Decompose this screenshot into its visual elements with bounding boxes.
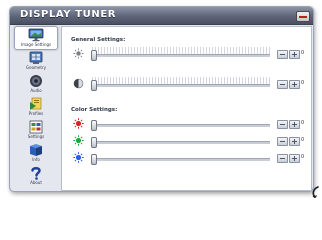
brightness-icon — [73, 48, 84, 59]
contrast-slider-ticks — [92, 77, 270, 84]
sidebar-item-label: Settings — [27, 134, 45, 139]
green-color-icon — [73, 135, 84, 146]
red-color-icon — [73, 118, 84, 129]
contrast-row: 0 — [62, 77, 311, 91]
sidebar-item-label: Profiles — [28, 111, 44, 116]
sidebar-item-label: Info — [32, 157, 40, 162]
brightness-increase-button[interactable] — [289, 50, 300, 59]
resize-cursor-icon — [312, 186, 319, 198]
title-bar[interactable]: DISPLAY TUNER — [10, 7, 313, 25]
color-settings-heading: Color Settings: — [71, 107, 118, 113]
green-increase-button[interactable] — [289, 137, 300, 146]
brightness-slider[interactable] — [92, 54, 270, 57]
sidebar-item-label: Image Settings — [20, 42, 52, 47]
red-row: 0 — [62, 117, 311, 131]
question-icon — [31, 167, 41, 180]
brightness-row: 0 — [62, 47, 311, 61]
red-slider-thumb[interactable] — [91, 120, 97, 131]
contrast-decrease-button[interactable] — [277, 80, 288, 89]
blue-value: 0 — [301, 154, 305, 160]
red-slider[interactable] — [92, 124, 270, 127]
sidebar-item-geometry[interactable]: Geometry — [14, 49, 58, 73]
blue-color-icon — [73, 152, 84, 163]
display-tuner-window: DISPLAY TUNER Image Settings Geometry Au… — [9, 6, 314, 192]
sidebar-item-image-settings[interactable]: Image Settings — [14, 26, 58, 50]
contrast-increase-button[interactable] — [289, 80, 300, 89]
general-settings-heading: General Settings: — [71, 37, 126, 43]
app-title: DISPLAY TUNER — [20, 9, 117, 20]
contrast-slider[interactable] — [92, 84, 270, 87]
green-slider[interactable] — [92, 141, 270, 144]
geometry-icon — [29, 51, 43, 64]
blue-row: 0 — [62, 151, 311, 165]
blue-slider[interactable] — [92, 158, 270, 161]
sidebar-item-label: About — [30, 180, 42, 185]
blue-increase-button[interactable] — [289, 154, 300, 163]
contrast-icon — [73, 78, 84, 89]
monitor-icon — [28, 28, 44, 42]
contrast-slider-thumb[interactable] — [91, 80, 97, 91]
sidebar-item-label: Audio — [30, 88, 42, 93]
red-increase-button[interactable] — [289, 120, 300, 129]
speaker-icon — [30, 75, 42, 87]
profiles-icon — [30, 97, 42, 110]
sidebar: Image Settings Geometry Audio Profiles S… — [14, 26, 58, 189]
green-slider-thumb[interactable] — [91, 137, 97, 148]
brightness-value: 0 — [301, 50, 305, 56]
brightness-decrease-button[interactable] — [277, 50, 288, 59]
blue-slider-thumb[interactable] — [91, 154, 97, 165]
minimize-button[interactable] — [296, 11, 310, 22]
green-row: 0 — [62, 134, 311, 148]
blue-decrease-button[interactable] — [277, 154, 288, 163]
settings-icon — [29, 120, 43, 134]
minimize-icon — [299, 16, 307, 18]
sidebar-item-audio[interactable]: Audio — [14, 72, 58, 96]
green-decrease-button[interactable] — [277, 137, 288, 146]
sidebar-item-profiles[interactable]: Profiles — [14, 95, 58, 119]
info-icon — [30, 144, 42, 156]
brightness-slider-thumb[interactable] — [91, 50, 97, 61]
contrast-value: 0 — [301, 80, 305, 86]
sidebar-item-settings[interactable]: Settings — [14, 118, 58, 142]
image-settings-panel: General Settings: 0 0 Color Settings: 0 … — [61, 26, 312, 191]
red-value: 0 — [301, 120, 305, 126]
sidebar-item-info[interactable]: Info — [14, 141, 58, 165]
green-value: 0 — [301, 137, 305, 143]
red-decrease-button[interactable] — [277, 120, 288, 129]
brightness-slider-ticks — [92, 47, 270, 54]
sidebar-item-about[interactable]: About — [14, 164, 58, 188]
sidebar-item-label: Geometry — [26, 65, 46, 70]
